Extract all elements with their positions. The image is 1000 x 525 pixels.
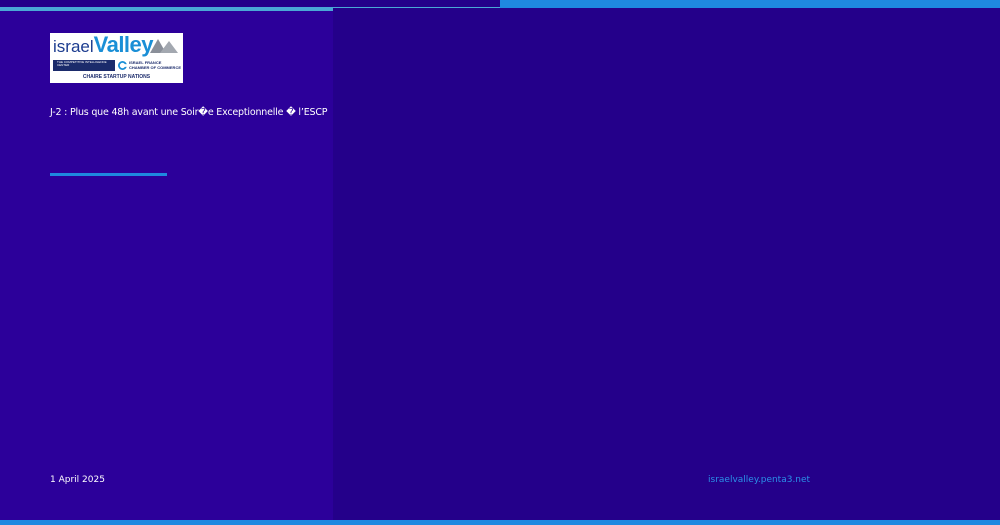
article-headline[interactable]: J-2 : Plus que 48h avant une Soir�e Exce…	[50, 107, 327, 118]
mountains-icon	[150, 39, 178, 53]
logo-word-valley: Valley	[93, 32, 154, 57]
logo-band-text: THE COMPETITIVE INTELLIGENCE CENTER	[57, 60, 107, 68]
logo-word-israel: israel	[53, 37, 94, 56]
right-panel	[333, 8, 1000, 520]
logo-partner-band: THE COMPETITIVE INTELLIGENCE CENTER	[53, 60, 115, 71]
site-link[interactable]: israelvalley.penta3.net	[708, 475, 810, 485]
chamber-of-commerce-icon	[118, 61, 127, 70]
logo-wordmark: israelValley	[53, 32, 154, 57]
logo-chamber-text: ISRAEL FRANCE CHAMBER OF COMMERCE	[129, 60, 181, 70]
israel-valley-logo[interactable]: israelValley THE COMPETITIVE INTELLIGENC…	[50, 33, 183, 83]
accent-divider	[50, 173, 167, 176]
left-panel	[0, 11, 333, 520]
top-accent-bar-right	[500, 0, 1000, 8]
publish-date: 1 April 2025	[50, 475, 105, 485]
logo-caption: CHAIRE STARTUP NATIONS	[82, 74, 151, 80]
bottom-accent-bar	[0, 520, 1000, 525]
